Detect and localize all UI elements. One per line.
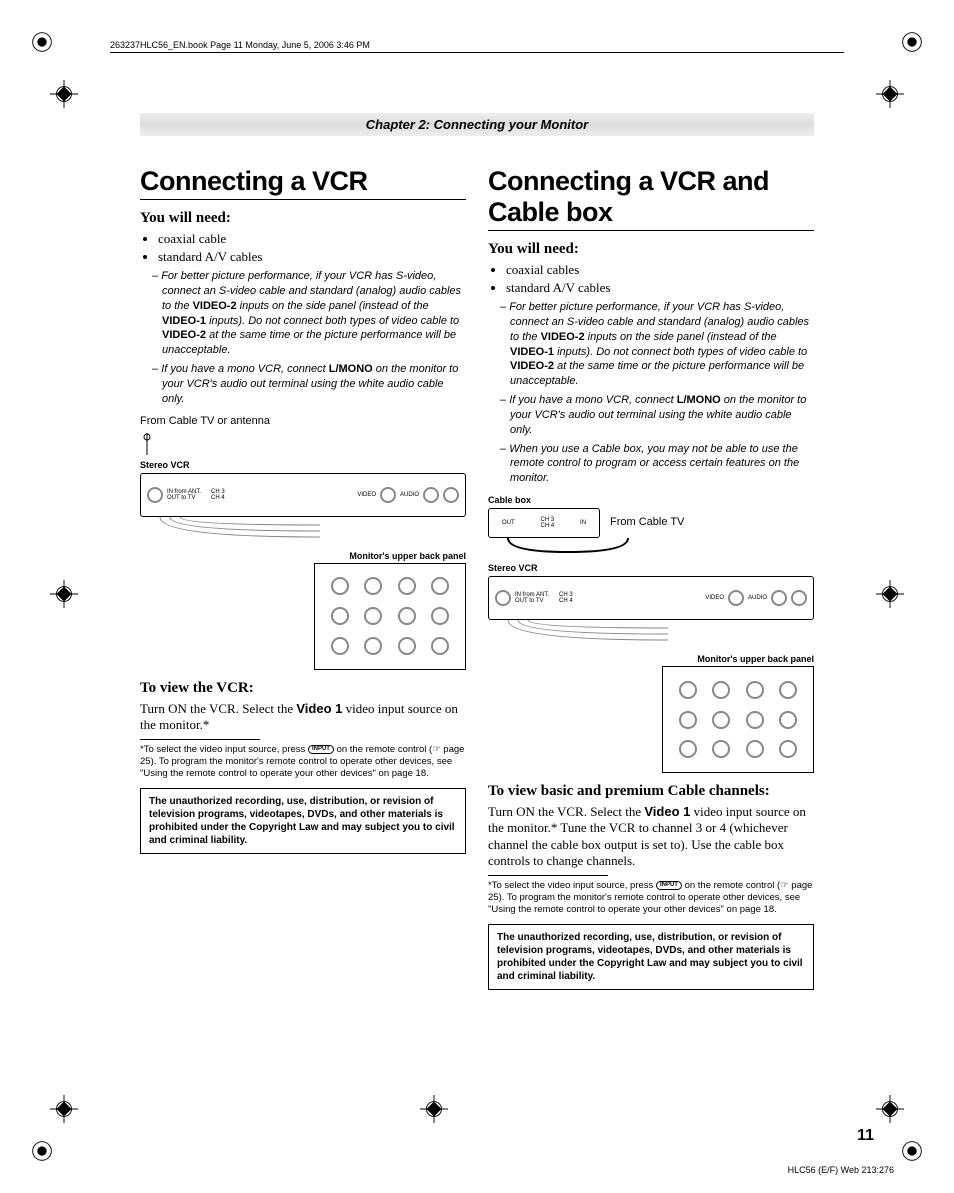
rca-port-icon (423, 487, 439, 503)
from-cable-label: From Cable TV (610, 516, 684, 528)
to-view-heading: To view basic and premium Cable channels… (488, 783, 814, 800)
cable-box: OUT CH 3CH 4 IN (488, 508, 600, 538)
to-view-heading: To view the VCR: (140, 680, 466, 697)
crosshair-icon (420, 1095, 448, 1123)
to-view-text: Turn ON the VCR. Select the Video 1 vide… (488, 804, 814, 869)
two-column-layout: Connecting a VCR You will need: coaxial … (140, 156, 814, 990)
crosshair-icon (50, 580, 78, 608)
right-column: Connecting a VCR and Cable box You will … (488, 156, 814, 990)
header-rule (110, 52, 844, 53)
video-label: VIDEO (705, 595, 724, 601)
rca-port-icon (771, 590, 787, 606)
vcr-box: IN from ANT.OUT to TV CH 3CH 4 VIDEO AUD… (140, 473, 466, 517)
you-will-need-heading: You will need: (140, 210, 466, 227)
page: 263237HLC56_EN.book Page 11 Monday, June… (0, 0, 954, 1193)
note-svideo: For better picture performance, if your … (488, 300, 814, 389)
page-number: 11 (857, 1127, 874, 1145)
vcr-label: Stereo VCR (140, 460, 466, 470)
rca-port-icon (380, 487, 396, 503)
chapter-title-bar: Chapter 2: Connecting your Monitor (140, 113, 814, 136)
port-labels: IN from ANT.OUT to TV (167, 489, 207, 501)
to-view-text: Turn ON the VCR. Select the Video 1 vide… (140, 701, 466, 734)
note-mono: If you have a mono VCR, connect L/MONO o… (488, 393, 814, 438)
crosshair-icon (876, 80, 904, 108)
need-item: standard A/V cables (506, 280, 814, 296)
audio-label: AUDIO (400, 492, 419, 498)
need-item: coaxial cable (158, 231, 466, 247)
monitor-back-panel (314, 563, 466, 670)
you-will-need-heading: You will need: (488, 241, 814, 258)
section-title-vcr-cable: Connecting a VCR and Cable box (488, 166, 814, 231)
vcr-label: Stereo VCR (488, 563, 814, 573)
port-labels: IN from ANT.OUT to TV (515, 592, 555, 604)
left-column: Connecting a VCR You will need: coaxial … (140, 156, 466, 990)
audio-label: AUDIO (748, 595, 767, 601)
crosshair-icon (50, 1095, 78, 1123)
need-item: coaxial cables (506, 262, 814, 278)
cable-lines-icon (488, 538, 814, 558)
diagram-source-label: From Cable TV or antenna (140, 415, 466, 427)
note-svideo: For better picture performance, if your … (140, 269, 466, 358)
monitor-back-panel (662, 666, 814, 773)
registration-mark-icon (28, 28, 56, 56)
input-button-icon: INPUT (308, 745, 334, 755)
need-list: coaxial cable standard A/V cables (140, 231, 466, 265)
crosshair-icon (876, 1095, 904, 1123)
copyright-warning: The unauthorized recording, use, distrib… (140, 788, 466, 854)
connection-diagram-vcr-cable: Cable box OUT CH 3CH 4 IN From Cable TV … (488, 492, 814, 773)
page-source-header: 263237HLC56_EN.book Page 11 Monday, June… (110, 40, 894, 50)
coax-port-icon (495, 590, 511, 606)
footnote-input: *To select the video input source, press… (140, 744, 466, 780)
vcr-box: IN from ANT.OUT to TV CH 3CH 4 VIDEO AUD… (488, 576, 814, 620)
cable-lines-icon (488, 620, 814, 648)
antenna-icon (140, 433, 154, 455)
footnote-separator (488, 875, 608, 876)
rca-port-icon (728, 590, 744, 606)
footnote-separator (140, 739, 260, 740)
need-item: standard A/V cables (158, 249, 466, 265)
monitor-panel-label: Monitor's upper back panel (140, 551, 466, 561)
video-label: VIDEO (357, 492, 376, 498)
copyright-warning: The unauthorized recording, use, distrib… (488, 924, 814, 990)
document-code: HLC56 (E/F) Web 213:276 (788, 1165, 894, 1175)
monitor-panel-label: Monitor's upper back panel (488, 654, 814, 664)
channel-labels: CH 3CH 4 (211, 489, 225, 501)
cable-lines-icon (140, 517, 466, 545)
note-cablebox: When you use a Cable box, you may not be… (488, 442, 814, 487)
cablebox-label: Cable box (488, 495, 600, 505)
registration-mark-icon (898, 28, 926, 56)
channel-labels: CH 3CH 4 (559, 592, 573, 604)
input-button-icon: INPUT (656, 881, 682, 891)
section-title-vcr: Connecting a VCR (140, 166, 466, 200)
crosshair-icon (876, 580, 904, 608)
registration-mark-icon (28, 1137, 56, 1165)
connection-diagram-vcr: Stereo VCR IN from ANT.OUT to TV CH 3CH … (140, 433, 466, 670)
note-mono: If you have a mono VCR, connect L/MONO o… (140, 362, 466, 407)
footnote-input: *To select the video input source, press… (488, 880, 814, 916)
coax-port-icon (147, 487, 163, 503)
need-list: coaxial cables standard A/V cables (488, 262, 814, 296)
registration-mark-icon (898, 1137, 926, 1165)
rca-port-icon (443, 487, 459, 503)
crosshair-icon (50, 80, 78, 108)
rca-port-icon (791, 590, 807, 606)
